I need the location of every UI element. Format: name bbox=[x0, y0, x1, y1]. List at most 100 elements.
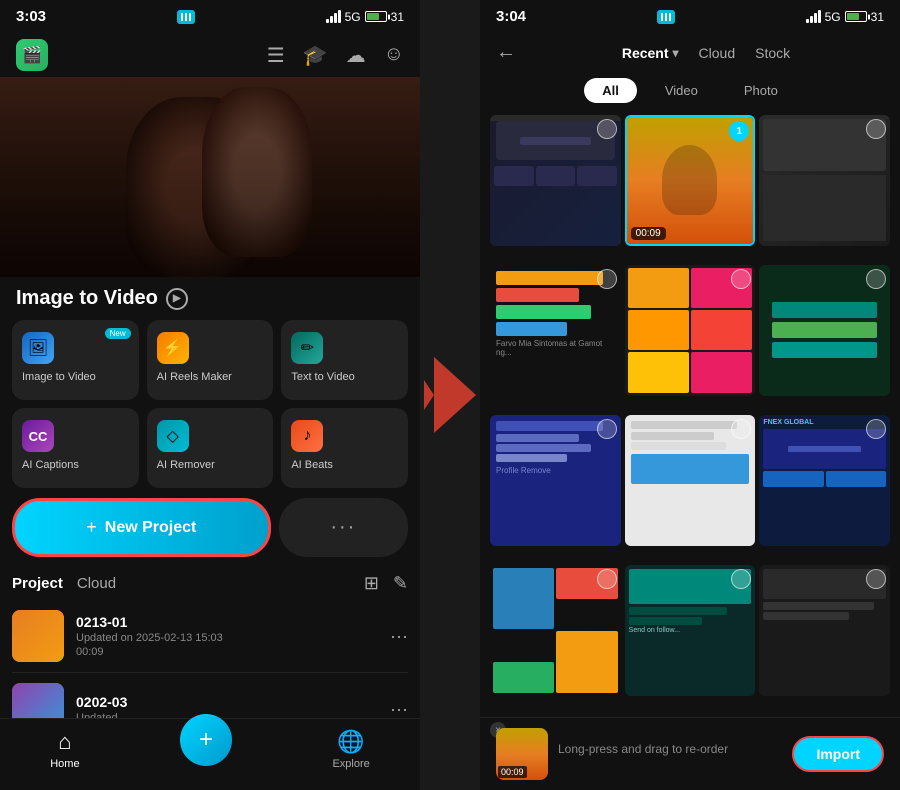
filter-photo[interactable]: Photo bbox=[726, 78, 796, 103]
home-label: Home bbox=[50, 758, 79, 770]
drag-hint-text: Long-press and drag to re-order bbox=[558, 742, 728, 756]
tab-cloud[interactable]: Cloud bbox=[77, 575, 116, 592]
battery-fill bbox=[367, 13, 380, 20]
tab-stock[interactable]: Stock bbox=[755, 45, 790, 61]
explore-label: Explore bbox=[332, 758, 369, 770]
feature-ai-reels-label: AI Reels Maker bbox=[157, 370, 232, 384]
right-battery-percent: 31 bbox=[871, 10, 884, 24]
filter-all[interactable]: All bbox=[584, 78, 637, 103]
right-battery-icon bbox=[845, 11, 867, 22]
select-badge-3 bbox=[866, 119, 886, 139]
select-badge-4 bbox=[597, 269, 617, 289]
r-signal-bar-3 bbox=[814, 13, 817, 23]
media-item-12[interactable] bbox=[759, 565, 890, 696]
explore-icon: 🌐 bbox=[337, 729, 364, 755]
main-content: Image to Video ▶ 🖼 Image to Video New ⚡ … bbox=[0, 277, 420, 718]
project-duration: 00:09 bbox=[76, 646, 378, 658]
list-icon[interactable]: ☰ bbox=[267, 43, 285, 68]
top-nav-icons: ☰ 🎓 ☁ ☺ bbox=[267, 43, 404, 68]
signal-bar-4 bbox=[338, 10, 341, 23]
media-item-8[interactable] bbox=[625, 415, 756, 546]
feature-ai-remover-label: AI Remover bbox=[157, 458, 215, 472]
project-more-icon-2[interactable]: ··· bbox=[390, 699, 408, 719]
tab-cloud[interactable]: Cloud bbox=[699, 45, 736, 61]
battery-percent: 31 bbox=[391, 10, 404, 24]
tab-recent[interactable]: Recent ▾ bbox=[622, 45, 679, 61]
selected-media-preview: × 00:09 bbox=[496, 728, 548, 780]
more-options-button[interactable]: ··· bbox=[279, 498, 408, 557]
signal-bar-2 bbox=[330, 16, 333, 23]
dropdown-icon: ▾ bbox=[673, 46, 679, 60]
project-more-icon[interactable]: ··· bbox=[390, 626, 408, 647]
right-signal-bars-icon bbox=[806, 10, 821, 23]
media-item-1[interactable] bbox=[490, 115, 621, 246]
ai-beats-icon: ♪ bbox=[291, 420, 323, 452]
media-item-10[interactable] bbox=[490, 565, 621, 696]
play-circle-icon[interactable]: ▶ bbox=[166, 288, 188, 310]
left-panel: 3:03 5G 31 🎬 ☰ 🎓 ☁ ☺ bbox=[0, 0, 420, 790]
right-battery-fill bbox=[847, 13, 860, 20]
right-time: 3:04 bbox=[496, 8, 526, 25]
media-item-5[interactable] bbox=[625, 265, 756, 396]
ai-reels-icon: ⚡ bbox=[157, 332, 189, 364]
import-button[interactable]: Import bbox=[792, 736, 884, 772]
feature-text-to-video[interactable]: ✏ Text to Video bbox=[281, 320, 408, 400]
image-to-video-icon: 🖼 bbox=[22, 332, 54, 364]
feature-ai-remover[interactable]: ◇ AI Remover bbox=[147, 408, 274, 488]
mini-thumbnail: 00:09 bbox=[496, 728, 548, 780]
feature-grid: 🖼 Image to Video New ⚡ AI Reels Maker ✏ … bbox=[12, 320, 408, 488]
action-buttons: + New Project ··· bbox=[12, 498, 408, 557]
project-thumb-0213-01 bbox=[12, 610, 64, 662]
back-button[interactable]: ← bbox=[496, 41, 516, 64]
project-item-0213-01[interactable]: 0213-01 Updated on 2025-02-13 15:03 00:0… bbox=[12, 600, 408, 673]
arrow-icon bbox=[434, 357, 476, 433]
video-duration-badge: 00:09 bbox=[631, 227, 666, 240]
signal-bar-1 bbox=[326, 19, 329, 23]
feature-ai-captions-label: AI Captions bbox=[22, 458, 79, 472]
home-icon: ⌂ bbox=[58, 729, 71, 755]
select-badge-9 bbox=[866, 419, 886, 439]
mini-duration-badge: 00:09 bbox=[498, 766, 527, 778]
media-item-2[interactable]: 00:09 1 bbox=[625, 115, 756, 246]
right-nav-tabs: Recent ▾ Cloud Stock bbox=[528, 45, 884, 61]
signal-bar-3 bbox=[334, 13, 337, 23]
new-project-button[interactable]: + New Project bbox=[12, 498, 271, 557]
left-time: 3:03 bbox=[16, 8, 46, 25]
r-signal-bar-1 bbox=[806, 19, 809, 23]
edit-icon[interactable]: ✎ bbox=[393, 573, 408, 594]
select-badge-12 bbox=[866, 569, 886, 589]
project-header: Project Cloud ⊞ ✎ bbox=[12, 567, 408, 600]
feature-ai-captions[interactable]: CC AI Captions bbox=[12, 408, 139, 488]
nav-create-button[interactable]: + bbox=[180, 714, 232, 766]
select-badge-10 bbox=[597, 569, 617, 589]
feature-ai-reels-maker[interactable]: ⚡ AI Reels Maker bbox=[147, 320, 274, 400]
media-item-3[interactable] bbox=[759, 115, 890, 246]
cloud-icon[interactable]: ☁ bbox=[346, 43, 366, 68]
feature-image-to-video[interactable]: 🖼 Image to Video New bbox=[12, 320, 139, 400]
tab-project[interactable]: Project bbox=[12, 575, 63, 592]
media-item-9[interactable]: FNEX GLOBAL bbox=[759, 415, 890, 546]
project-item-0202-03[interactable]: 0202-03 Updated ··· bbox=[12, 673, 408, 718]
select-badge-6 bbox=[866, 269, 886, 289]
battery-icon bbox=[365, 11, 387, 22]
nav-home[interactable]: ⌂ Home bbox=[50, 729, 79, 770]
ai-captions-icon: CC bbox=[22, 420, 54, 452]
r-signal-bar-4 bbox=[818, 10, 821, 23]
media-item-4[interactable]: Farvo Mia Sintomas at Gamot ng... bbox=[490, 265, 621, 396]
app-logo[interactable]: 🎬 bbox=[16, 39, 48, 71]
media-item-7[interactable]: Profile Remove bbox=[490, 415, 621, 546]
network-type: 5G bbox=[345, 10, 361, 24]
filter-video[interactable]: Video bbox=[647, 78, 716, 103]
media-grid: 00:09 1 Farvo Mia Sintomas at Gamot ng..… bbox=[480, 109, 900, 717]
feature-ai-beats[interactable]: ♪ AI Beats bbox=[281, 408, 408, 488]
nav-explore[interactable]: 🌐 Explore bbox=[332, 729, 369, 770]
media-item-6[interactable] bbox=[759, 265, 890, 396]
cap-icon[interactable]: 🎓 bbox=[303, 43, 328, 68]
select-badge-7 bbox=[597, 419, 617, 439]
left-top-nav: 🎬 ☰ 🎓 ☁ ☺ bbox=[0, 33, 420, 77]
arrow-divider bbox=[420, 0, 480, 790]
grid-view-icon[interactable]: ⊞ bbox=[364, 573, 379, 594]
face-icon[interactable]: ☺ bbox=[384, 43, 404, 68]
media-item-11[interactable]: Send on follow... bbox=[625, 565, 756, 696]
right-signal-area: 5G 31 bbox=[806, 10, 884, 24]
